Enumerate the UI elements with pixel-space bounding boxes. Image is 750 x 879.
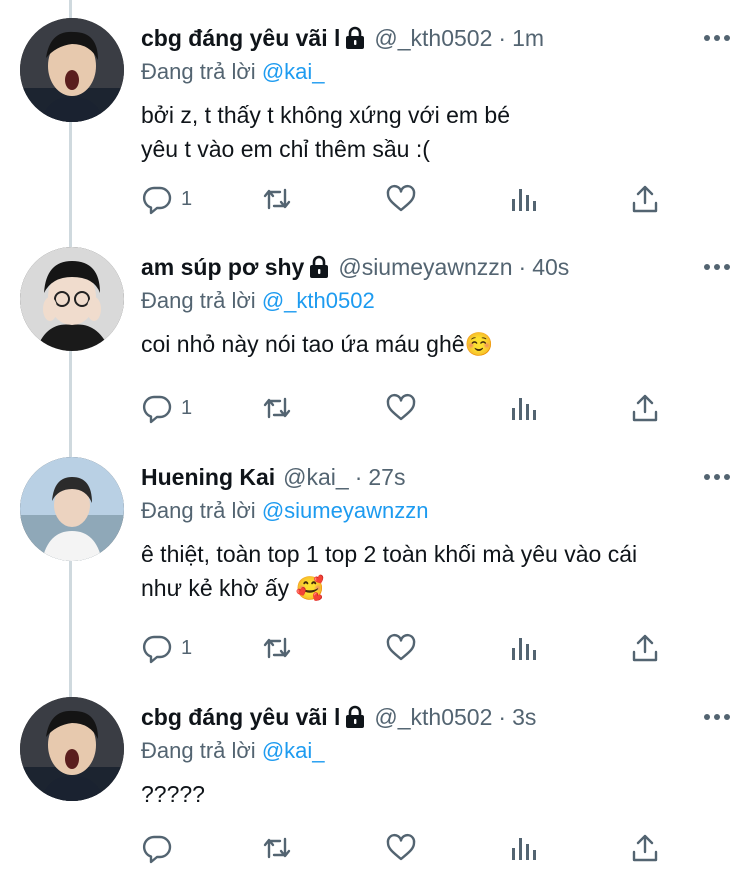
reply-icon [141, 832, 173, 864]
handle[interactable]: @siumeyawnzzn [338, 254, 512, 281]
reply-button[interactable]: 1 [141, 179, 192, 219]
share-button[interactable] [629, 179, 661, 219]
like-button[interactable] [385, 179, 417, 219]
handle[interactable]: @kai_ [283, 464, 349, 491]
reply-button[interactable] [141, 828, 181, 868]
lock-icon [308, 255, 330, 279]
share-button[interactable] [629, 628, 661, 668]
share-icon [629, 392, 661, 424]
timestamp[interactable]: 3s [512, 704, 536, 731]
replying-to: Đang trả lời @kai_ [141, 56, 730, 88]
reply-mention[interactable]: @kai_ [262, 59, 325, 84]
retweet-button[interactable] [261, 828, 293, 868]
reply-mention[interactable]: @_kth0502 [262, 288, 375, 313]
replying-to-label: Đang trả lời [141, 59, 256, 84]
avatar-image [20, 247, 124, 351]
tweet-text: bởi z, t thấy t không xứng với em bé yêu… [141, 102, 511, 162]
heart-icon [385, 183, 417, 215]
avatar-image [20, 697, 124, 801]
replying-to: Đang trả lời @siumeyawnzzn [141, 495, 730, 527]
like-button[interactable] [385, 628, 417, 668]
separator-dot: · [498, 703, 507, 730]
reply-count: 1 [181, 636, 193, 659]
handle[interactable]: @_kth0502 [374, 704, 492, 731]
display-name[interactable]: Huening Kai [141, 464, 275, 491]
replying-to-label: Đang trả lời [141, 288, 256, 313]
heart-icon [385, 392, 417, 424]
separator-dot: · [354, 463, 363, 490]
reply-count: 1 [181, 187, 193, 210]
replying-to-label: Đang trả lời [141, 738, 256, 763]
reply-button[interactable]: 1 [141, 388, 192, 428]
views-icon [507, 183, 539, 215]
tweet-text: ????? [141, 781, 205, 807]
share-button[interactable] [629, 828, 661, 868]
action-bar: 1 [141, 179, 681, 219]
replying-to: Đang trả lời @_kth0502 [141, 285, 730, 317]
share-button[interactable] [629, 388, 661, 428]
avatar[interactable] [20, 18, 124, 122]
more-icon[interactable] [704, 263, 730, 271]
share-icon [629, 183, 661, 215]
retweet-button[interactable] [261, 628, 293, 668]
action-bar [141, 828, 681, 868]
retweet-button[interactable] [261, 179, 293, 219]
avatar-image [20, 18, 124, 122]
avatar[interactable] [20, 457, 124, 561]
reply-button[interactable]: 1 [141, 628, 192, 668]
action-bar: 1 [141, 628, 681, 668]
lock-icon [344, 705, 366, 729]
replying-to-label: Đang trả lời [141, 498, 256, 523]
replying-to: Đang trả lời @kai_ [141, 735, 730, 767]
reply-mention[interactable]: @kai_ [262, 738, 325, 763]
avatar[interactable] [20, 247, 124, 351]
retweet-icon [261, 832, 293, 864]
lock-icon [344, 26, 366, 50]
timestamp[interactable]: 27s [368, 464, 405, 491]
action-bar: 1 [141, 388, 681, 428]
reply-icon [141, 392, 173, 424]
views-button[interactable] [507, 628, 539, 668]
like-button[interactable] [385, 828, 417, 868]
timestamp[interactable]: 40s [532, 254, 569, 281]
retweet-button[interactable] [261, 388, 293, 428]
reply-icon [141, 183, 173, 215]
avatar-image [20, 457, 124, 561]
reply-mention[interactable]: @siumeyawnzzn [262, 498, 429, 523]
more-icon[interactable] [704, 34, 730, 42]
separator-dot: · [518, 253, 527, 280]
reply-count: 1 [181, 396, 193, 419]
views-button[interactable] [507, 388, 539, 428]
retweet-icon [261, 183, 293, 215]
views-icon [507, 392, 539, 424]
handle[interactable]: @_kth0502 [374, 25, 492, 52]
like-button[interactable] [385, 388, 417, 428]
views-button[interactable] [507, 828, 539, 868]
reply-icon [141, 632, 173, 664]
tweet-text: coi nhỏ này nói tao ứa máu ghê☺️ [141, 331, 494, 357]
heart-icon [385, 832, 417, 864]
avatar[interactable] [20, 697, 124, 801]
timestamp[interactable]: 1m [512, 25, 544, 52]
heart-icon [385, 632, 417, 664]
views-icon [507, 632, 539, 664]
views-button[interactable] [507, 179, 539, 219]
retweet-icon [261, 392, 293, 424]
share-icon [629, 632, 661, 664]
tweet-text: ê thiệt, toàn top 1 top 2 toàn khối mà y… [141, 541, 638, 601]
views-icon [507, 832, 539, 864]
more-icon[interactable] [704, 713, 730, 721]
display-name[interactable]: am súp pơ shy [141, 254, 304, 281]
retweet-icon [261, 632, 293, 664]
share-icon [629, 832, 661, 864]
separator-dot: · [498, 24, 507, 51]
display-name[interactable]: cbg đáng yêu vãi l [141, 25, 340, 52]
display-name[interactable]: cbg đáng yêu vãi l [141, 704, 340, 731]
more-icon[interactable] [704, 473, 730, 481]
